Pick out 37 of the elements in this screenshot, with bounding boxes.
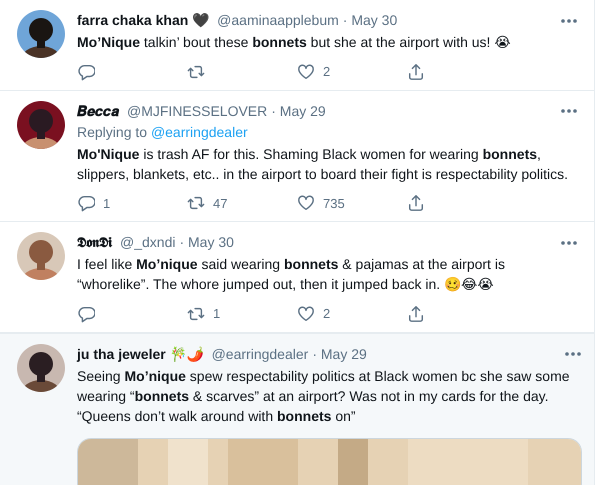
tweet-text: Mo'Nique is trash AF for this. Shaming Black women for wearing bonnets, slippers, blankets, etc.. in the airport to board their fight is respectability politics.	[77, 144, 570, 184]
mention-link[interactable]: @earringdealer	[150, 124, 248, 140]
tweet-date: · May 30	[342, 11, 398, 30]
more-icon[interactable]	[560, 240, 578, 246]
share-icon	[407, 62, 425, 81]
reply-icon	[77, 304, 95, 323]
user-name: 𝕯𝖔𝖓𝕯𝖎	[77, 233, 112, 252]
tweet-date: · May 30	[179, 233, 234, 252]
reply-icon	[77, 194, 95, 212]
heart-icon	[297, 304, 315, 323]
tweet-text: Mo’Nique talkin’ bout these bonnets but she at the airport with us! 😭	[77, 33, 512, 52]
more-icon[interactable]	[560, 18, 578, 24]
like-button[interactable]: 735	[297, 194, 407, 213]
tweet-date: · May 29	[312, 344, 367, 364]
user-handle: @aaminaapplebum	[217, 11, 339, 30]
tweet-date: · May 29	[271, 102, 326, 121]
heart-icon	[297, 194, 315, 212]
tweet-text: I feel like Mo’nique said wearing bonnets & pajamas at the airport is “whorelike”. The whore jumped out, then it jumped back in. 🥴😂😭	[77, 255, 506, 294]
reply-button[interactable]: 1	[77, 194, 187, 213]
more-icon[interactable]	[560, 108, 578, 114]
reply-context: Replying to @earringdealer	[77, 122, 249, 142]
tweet-text: Seeing Mo’nique spew respectability politics at Black women bc she saw some wearing “bonnets & scarves” at an airport? Was not in my cards for the day. “Queens don’t walk around with bonnets on”	[77, 366, 571, 426]
user-name: ju tha jeweler 🎋🌶	[77, 344, 204, 364]
like-button[interactable]: 2	[297, 304, 407, 324]
share-icon	[407, 304, 425, 323]
like-button[interactable]: 2	[297, 62, 407, 82]
user-handle: @earringdealer	[212, 344, 308, 364]
heart-icon	[297, 62, 315, 81]
more-icon[interactable]	[564, 351, 582, 357]
retweet-button[interactable]: 1	[187, 304, 297, 324]
user-handle: @MJFINESSELOVER	[127, 102, 268, 120]
share-icon	[407, 194, 425, 212]
user-name: farra chaka khan 🖤	[77, 11, 210, 30]
user-name: 𝑩𝒆𝒄𝒄𝒂	[77, 102, 119, 120]
reply-icon	[77, 62, 95, 81]
user-handle: @_dxndi	[120, 233, 176, 252]
retweet-button[interactable]: 47	[187, 194, 297, 213]
